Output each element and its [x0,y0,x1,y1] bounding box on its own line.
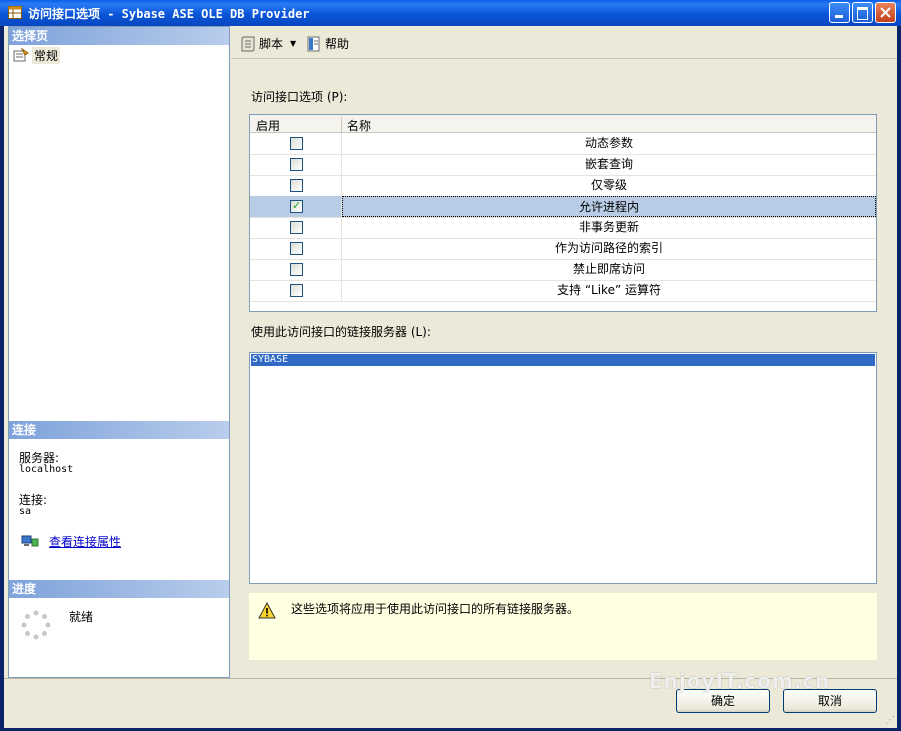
script-icon [241,36,255,51]
enabled-checkbox[interactable] [290,221,303,234]
table-row[interactable]: 嵌套查询 [250,154,876,176]
resize-grip-icon[interactable]: ⋰ [885,715,895,726]
close-button[interactable] [875,2,896,23]
enabled-cell [250,217,342,238]
table-row[interactable]: 非事务更新 [250,217,876,239]
checkmark-icon: ✓ [292,199,302,212]
minimize-icon [835,15,843,18]
option-name: 嵌套查询 [584,157,633,171]
main-pane: 访问接口选项 (P): 启用 名称 动态参数嵌套查询仅零级 ✓ 允许进程内非事务更新… [231,59,897,678]
enabled-cell [250,133,342,154]
linked-servers-label: 使用此访问接口的链接服务器 (L): [251,325,431,339]
maximize-icon [857,7,868,20]
title-bar[interactable]: 访问接口选项 - Sybase ASE OLE DB Provider [0,0,901,26]
progress-header: 进度 [9,580,229,598]
option-name: 允许进程内 [342,196,876,217]
table-icon [8,6,22,19]
maximize-button[interactable] [852,2,873,23]
column-separator [341,117,342,134]
column-name[interactable]: 名称 [347,117,371,134]
script-button[interactable]: 脚本 ▼ [240,35,296,52]
watermark: EnjoyIT.com.cn [649,669,831,693]
connection-value: sa [19,506,32,517]
table-row[interactable]: 动态参数 [250,133,876,155]
toolbar: 脚本 ▼ 帮助 [231,26,897,59]
column-enabled[interactable]: 启用 [256,117,280,134]
progress-spinner-icon [21,610,51,640]
window-title: 访问接口选项 - Sybase ASE OLE DB Provider [28,7,310,21]
linked-servers-list[interactable]: SYBASE [249,352,877,584]
progress-status: 就绪 [69,610,94,624]
enabled-cell: ✓ [250,196,342,217]
list-item[interactable]: SYBASE [251,354,875,366]
option-name: 非事务更新 [578,220,639,234]
help-icon [307,36,320,51]
options-grid[interactable]: 启用 名称 动态参数嵌套查询仅零级 ✓ 允许进程内非事务更新作为访问路径的索引 禁止即… [249,114,877,312]
enabled-cell [250,154,342,175]
option-name: 仅零级 [590,178,627,192]
minimize-button[interactable] [829,2,850,23]
option-name: 禁止即席访问 [572,262,645,276]
help-button[interactable]: 帮助 [306,35,349,52]
enabled-cell [250,175,342,196]
dialog-client: 选择页 常规 连接 服务器: localhost 连接: sa 查看连接属性 进… [4,26,897,728]
help-label: 帮助 [325,37,350,51]
option-name: 动态参数 [584,136,633,150]
option-name: 作为访问路径的索引 [554,241,663,255]
chevron-down-icon: ▼ [290,39,297,48]
enabled-checkbox[interactable] [290,137,303,150]
connection-header: 连接 [9,421,229,439]
close-icon [880,7,891,18]
enabled-checkbox[interactable] [290,242,303,255]
enabled-checkbox[interactable] [290,158,303,171]
grid-header: 启用 名称 [250,115,876,134]
enabled-cell [250,238,342,259]
warning-icon [258,602,276,619]
table-row[interactable]: 支持 “Like” 运算符 [250,280,876,302]
enabled-checkbox[interactable]: ✓ [290,200,303,213]
enabled-cell [250,259,342,280]
dialog-window: 访问接口选项 - Sybase ASE OLE DB Provider 选择页 [0,0,901,731]
table-row[interactable]: ✓ 允许进程内 [250,196,876,218]
enabled-checkbox[interactable] [290,284,303,297]
pages-header: 选择页 [9,27,229,45]
table-row[interactable]: 禁止即席访问 [250,259,876,281]
properties-icon [13,48,29,62]
connection-properties-icon [21,535,39,547]
options-label: 访问接口选项 (P): [251,90,348,104]
enabled-checkbox[interactable] [290,263,303,276]
server-value: localhost [19,464,74,475]
warning-text: 这些选项将应用于使用此访问接口的所有链接服务器。 [291,602,580,616]
enabled-checkbox[interactable] [290,179,303,192]
table-row[interactable]: 作为访问路径的索引 [250,238,876,260]
warning-box: 这些选项将应用于使用此访问接口的所有链接服务器。 [249,593,877,660]
page-item-general[interactable]: 常规 [13,46,61,64]
option-name: 支持 “Like” 运算符 [557,283,661,297]
script-label: 脚本 [259,37,284,51]
left-pane: 选择页 常规 连接 服务器: localhost 连接: sa 查看连接属性 进… [8,26,230,678]
page-item-label: 常规 [32,46,61,64]
enabled-cell [250,280,342,301]
view-connection-properties-link[interactable]: 查看连接属性 [49,533,121,550]
table-row[interactable]: 仅零级 [250,175,876,197]
